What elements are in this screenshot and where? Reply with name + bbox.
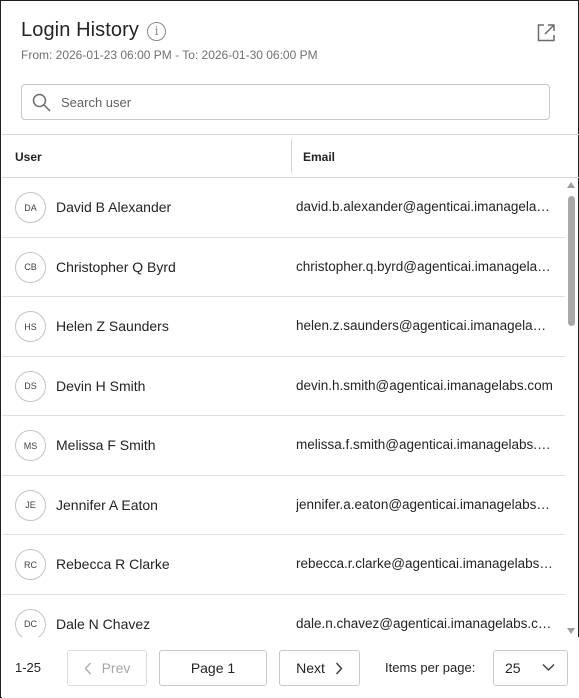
scroll-up-arrow-icon[interactable] xyxy=(567,182,575,188)
user-name: Dale N Chavez xyxy=(56,615,151,632)
avatar: RC xyxy=(15,549,46,580)
user-email: dale.n.chavez@agenticai.imanagelabs.com xyxy=(296,615,553,631)
table-row[interactable]: DS Devin H Smith devin.h.smith@agenticai.i… xyxy=(2,357,565,416)
search-box[interactable] xyxy=(21,84,550,120)
pagination-footer: 1-25 Prev Page 1 Next Items per page: 25 xyxy=(2,637,579,698)
chevron-right-icon xyxy=(335,661,343,675)
user-email: christopher.q.byrd@agenticai.imanagelabs… xyxy=(296,258,553,274)
table-row[interactable]: MS Melissa F Smith melissa.f.smith@agentic… xyxy=(2,416,565,476)
table-row[interactable]: HS Helen Z Saunders helen.z.saunders@agent… xyxy=(2,297,565,357)
table-body: DA David B Alexander david.b.alexander@age… xyxy=(2,178,565,638)
user-name: David B Alexander xyxy=(56,199,172,215)
scroll-down-arrow-icon[interactable] xyxy=(567,628,575,634)
panel-header: Login History i From: 2026-01-23 06:00 P… xyxy=(21,19,318,62)
user-email: rebecca.r.clarke@agenticai.imanagelabs.c… xyxy=(296,556,553,571)
column-divider[interactable] xyxy=(291,139,292,173)
items-per-page-select[interactable]: 25 xyxy=(493,650,568,686)
user-email: jennifer.a.eaton@agenticai.imanagelabs.c… xyxy=(296,496,553,512)
next-label: Next xyxy=(296,660,325,676)
search-icon xyxy=(32,93,51,112)
avatar: JE xyxy=(15,489,46,521)
chevron-left-icon xyxy=(84,661,91,675)
info-icon[interactable]: i xyxy=(147,21,167,41)
chevron-down-icon xyxy=(542,663,555,672)
user-email: melissa.f.smith@agenticai.imanagelabs.co… xyxy=(296,437,553,452)
user-name: Christopher Q Byrd xyxy=(56,258,176,275)
next-button[interactable]: Next xyxy=(279,650,360,686)
avatar: HS xyxy=(15,311,46,342)
table-row[interactable]: DA David B Alexander david.b.alexander@age… xyxy=(2,178,565,238)
page-title: Login History xyxy=(21,19,140,41)
external-link-icon[interactable] xyxy=(535,22,557,44)
user-name: Rebecca R Clarke xyxy=(56,556,170,572)
table-row[interactable]: JE Jennifer A Eaton jennifer.a.eaton@agent… xyxy=(2,476,565,535)
search-input[interactable] xyxy=(61,94,521,110)
items-per-page-value: 25 xyxy=(505,660,521,676)
user-email: david.b.alexander@agenticai.imanagelabs.… xyxy=(296,199,553,214)
column-header-user[interactable]: User xyxy=(15,150,42,164)
column-header-email[interactable]: Email xyxy=(303,150,335,164)
table-header: User Email xyxy=(2,134,579,178)
table-row[interactable]: DC Dale N Chavez dale.n.chavez@agenticai.i… xyxy=(2,595,565,638)
prev-label: Prev xyxy=(101,660,131,676)
table-row[interactable]: CB Christopher Q Byrd christopher.q.byrd@a… xyxy=(2,238,565,297)
user-email: helen.z.saunders@agenticai.imanagelabs.c… xyxy=(296,318,553,333)
vertical-scrollbar[interactable] xyxy=(564,179,578,637)
user-email: devin.h.smith@agenticai.imanagelabs.com xyxy=(296,377,553,393)
login-history-panel: Login History i From: 2026-01-23 06:00 P… xyxy=(0,0,579,698)
login-table: User Email DA David B Alexander david.b.al… xyxy=(2,134,579,638)
item-range: 1-25 xyxy=(15,660,42,675)
title-row: Login History i xyxy=(21,19,318,42)
user-name: Helen Z Saunders xyxy=(56,318,169,334)
table-row[interactable]: RC Rebecca R Clarke rebecca.r.clarke@agent… xyxy=(2,535,565,595)
user-name: Melissa F Smith xyxy=(56,437,156,453)
items-per-page-label: Items per page: xyxy=(385,660,476,675)
user-name: Devin H Smith xyxy=(56,377,146,394)
page-label: Page 1 xyxy=(190,660,236,676)
page-indicator-button[interactable]: Page 1 xyxy=(159,650,267,686)
avatar: MS xyxy=(15,430,46,461)
scrollbar-thumb[interactable] xyxy=(568,196,575,326)
avatar: DA xyxy=(15,192,46,223)
date-range: From: 2026-01-23 06:00 PM - To: 2026-01-… xyxy=(21,48,318,62)
avatar: DS xyxy=(15,370,46,402)
avatar: DC xyxy=(15,608,46,638)
user-name: Jennifer A Eaton xyxy=(56,496,158,513)
prev-button[interactable]: Prev xyxy=(67,650,147,686)
avatar: CB xyxy=(15,251,46,283)
